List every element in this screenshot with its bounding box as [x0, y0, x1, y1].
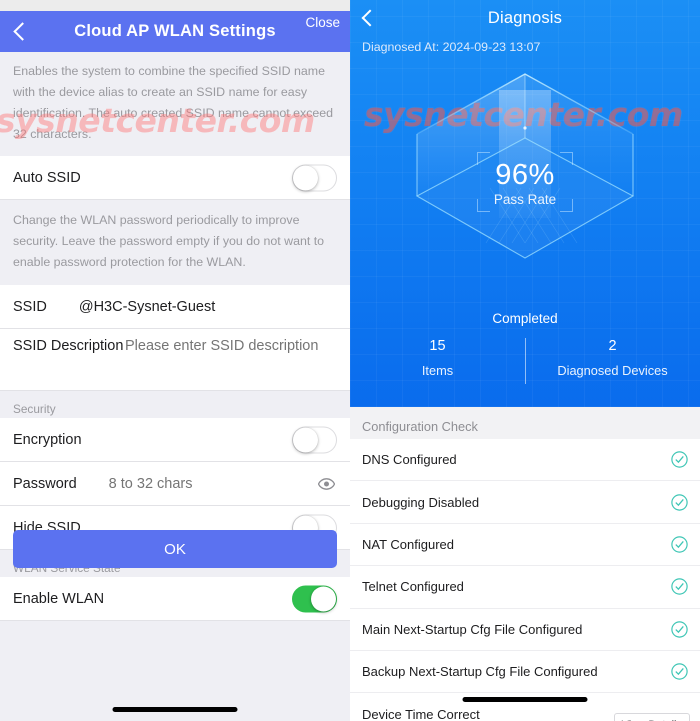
ssid-description-label: SSID Description: [13, 338, 124, 354]
stat-divider: [525, 338, 526, 384]
auto-ssid-label: Auto SSID: [13, 169, 81, 186]
stat-label: Items: [421, 363, 454, 378]
ssid-description-row[interactable]: SSID Description: [0, 329, 350, 391]
chevron-left-icon: [13, 22, 32, 41]
encryption-row[interactable]: Encryption: [0, 418, 350, 462]
check-label: DNS Configured: [362, 452, 457, 468]
close-button[interactable]: Close: [305, 15, 340, 30]
right-nav-bar: Diagnosis: [350, 0, 700, 36]
dual-screenshot: Cloud AP WLAN Settings Close Enables the…: [0, 0, 700, 721]
left-nav-bar: Cloud AP WLAN Settings Close: [0, 11, 350, 52]
ssid-row[interactable]: SSID @H3C-Sysnet-Guest: [0, 285, 350, 329]
encryption-label: Encryption: [13, 431, 82, 448]
diagnosis-hero: Diagnosis Diagnosed At: 2024-09-23 13:07: [350, 0, 700, 407]
password-input-wrap: [108, 475, 337, 492]
password-label: Password: [13, 475, 77, 492]
wlan-settings-screen: Cloud AP WLAN Settings Close Enables the…: [0, 0, 350, 721]
password-row[interactable]: Password: [0, 462, 350, 506]
check-label: Debugging Disabled: [362, 494, 480, 510]
ssid-label: SSID: [13, 298, 47, 315]
check-row[interactable]: Telnet Configured: [350, 566, 700, 609]
check-circle-icon: [671, 493, 688, 511]
home-indicator: [112, 707, 238, 712]
chevron-left-icon: [361, 9, 379, 27]
check-circle-icon: [671, 536, 688, 553]
auto-ssid-row[interactable]: Auto SSID: [0, 156, 350, 200]
toggle-knob: [293, 165, 318, 190]
view-details-button[interactable]: View Details: [613, 712, 690, 721]
stat-label: Diagnosed Devices: [557, 363, 668, 378]
pass-rate-label: Pass Rate: [493, 192, 557, 207]
check-row[interactable]: NAT Configured: [350, 523, 700, 567]
check-label: Telnet Configured: [362, 579, 464, 595]
check-row[interactable]: Debugging Disabled: [350, 481, 700, 524]
check-circle-icon: [671, 621, 688, 638]
eye-icon[interactable]: [317, 477, 336, 490]
pass-rate-value: 96%: [495, 159, 555, 191]
home-indicator: [462, 697, 588, 702]
enable-wlan-row[interactable]: Enable WLAN: [0, 577, 350, 621]
stat-value: 2: [608, 338, 617, 354]
ok-button[interactable]: OK: [13, 530, 337, 568]
check-circle-icon: [671, 578, 688, 596]
enable-wlan-label: Enable WLAN: [13, 590, 105, 607]
ssid-value: @H3C-Sysnet-Guest: [78, 298, 216, 315]
check-circle-icon: [671, 663, 688, 680]
page-title: Diagnosis: [487, 8, 563, 27]
password-description: Change the WLAN password periodically to…: [0, 200, 350, 285]
diagnosis-status: Completed: [492, 311, 558, 326]
stat-value: 15: [429, 338, 446, 354]
toggle-knob: [293, 427, 318, 452]
check-label: NAT Configured: [362, 536, 455, 552]
check-label: Backup Next-Startup Cfg File Configured: [362, 664, 598, 680]
password-input[interactable]: [108, 475, 337, 492]
diagnosed-at: Diagnosed At: 2024-09-23 13:07: [362, 40, 541, 54]
auto-ssid-description: Enables the system to combine the specif…: [0, 52, 350, 156]
check-row[interactable]: Backup Next-Startup Cfg File Configured: [350, 650, 700, 694]
encryption-toggle[interactable]: [292, 426, 337, 453]
check-circle-icon: [671, 451, 688, 468]
check-row[interactable]: Main Next-Startup Cfg File Configured: [350, 608, 700, 651]
check-label: Main Next-Startup Cfg File Configured: [362, 621, 583, 637]
back-button[interactable]: [358, 0, 392, 36]
pass-rate-block: 96% Pass Rate: [350, 159, 700, 207]
back-button[interactable]: [10, 11, 44, 52]
ssid-description-input[interactable]: [125, 338, 337, 354]
security-section-header: Security: [0, 391, 350, 418]
diagnosis-stats: 15 Items 2 Diagnosed Devices: [350, 336, 700, 384]
enable-wlan-toggle[interactable]: [292, 585, 337, 612]
stat-diagnosed-devices: 2 Diagnosed Devices: [525, 336, 700, 378]
diagnosis-screen: Diagnosis Diagnosed At: 2024-09-23 13:07: [350, 0, 700, 721]
auto-ssid-toggle[interactable]: [292, 164, 337, 191]
stat-items: 15 Items: [350, 336, 525, 378]
status-bar: [0, 0, 350, 11]
toggle-knob: [311, 586, 336, 611]
check-row[interactable]: DNS Configured: [350, 439, 700, 482]
page-title: Cloud AP WLAN Settings: [74, 22, 276, 40]
configuration-check-header: Configuration Check: [350, 407, 700, 439]
